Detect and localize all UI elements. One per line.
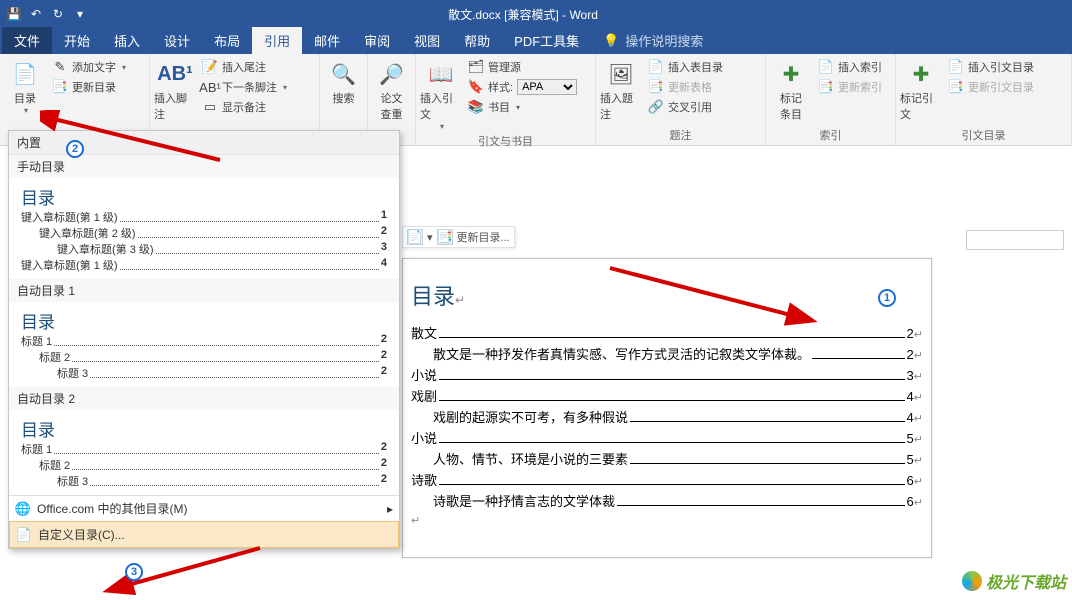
insert-figures-button[interactable]: 📄插入表目录 <box>646 58 725 76</box>
upd-idx-icon: 📑 <box>818 79 834 95</box>
toc-entry[interactable]: 人物、情节、环境是小说的三要素5↵ <box>411 449 923 468</box>
upd-tbl-icon: 📑 <box>648 79 664 95</box>
style-icon: 🔖 <box>468 79 484 95</box>
tab-tellme[interactable]: 💡 操作说明搜索 <box>591 27 715 54</box>
bibliography-button[interactable]: 📚书目 <box>466 98 579 116</box>
citation-icon: 📖 <box>425 58 457 90</box>
tab-references[interactable]: 引用 <box>252 27 302 54</box>
doc-icon: 📄 <box>16 527 32 543</box>
insert-auth-button[interactable]: 📄插入引文目录 <box>946 58 1036 76</box>
toc-preview-auto1[interactable]: 目录 标题 12 标题 22 标题 32 <box>9 302 399 387</box>
toc-button[interactable]: 📄 目录 <box>4 56 46 115</box>
footnote-icon: AB¹ <box>159 58 191 90</box>
toc-preview-manual[interactable]: 目录 键入章标题(第 1 级)1 键入章标题(第 2 级)2 键入章标题(第 3… <box>9 178 399 279</box>
paper-check-button[interactable]: 🔎 论文 查重 <box>372 56 411 122</box>
badge-3: 3 <box>125 563 143 581</box>
paper-check-icon: 🔎 <box>376 58 408 90</box>
annotation-arrow-1 <box>40 110 230 170</box>
toc-section-auto1: 自动目录 1 <box>9 279 399 302</box>
qat-more-icon[interactable]: ▾ <box>72 6 88 22</box>
mini-toc-icon[interactable]: 📄 <box>407 229 423 245</box>
auth-icon: 📄 <box>948 59 964 75</box>
mark-citation-button[interactable]: ✚ 标记引文 <box>900 56 942 122</box>
mark-cit-icon: ✚ <box>905 58 937 90</box>
search-button[interactable]: 🔍 搜索 <box>324 56 363 106</box>
tab-help[interactable]: 帮助 <box>452 27 502 54</box>
toc-mini-toolbar: 📄▾ 📑 更新目录... <box>402 226 515 248</box>
tab-insert[interactable]: 插入 <box>102 27 152 54</box>
group-index: 索引 <box>770 125 891 145</box>
caption-icon: 🖼 <box>605 58 637 90</box>
group-citations: 引文与书目 <box>420 131 591 151</box>
group-authorities: 引文目录 <box>900 125 1067 145</box>
badge-1: 1 <box>878 289 896 307</box>
ruler-placeholder <box>966 230 1064 250</box>
annotation-arrow-2 <box>600 260 830 340</box>
watermark: 极光下载站 <box>962 569 1066 593</box>
update-table-button: 📑更新表格 <box>646 78 725 96</box>
crossref-icon: 🔗 <box>648 99 664 115</box>
search-icon: 🔍 <box>328 58 360 90</box>
badge-2: 2 <box>66 140 84 158</box>
next-footnote-button[interactable]: AB¹下一条脚注 <box>200 78 289 96</box>
group-captions: 题注 <box>600 125 761 145</box>
next-fn-icon: AB¹ <box>202 79 218 95</box>
insert-index-button[interactable]: 📄插入索引 <box>816 58 884 76</box>
toc-entry[interactable]: 戏剧的起源实不可考，有多种假说4↵ <box>411 407 923 426</box>
tab-review[interactable]: 审阅 <box>352 27 402 54</box>
toc-entry[interactable]: 戏剧4↵ <box>411 386 923 405</box>
tab-pdf[interactable]: PDF工具集 <box>502 27 591 54</box>
style-select[interactable]: 🔖样式: APA <box>466 78 579 96</box>
mini-update-label[interactable]: 更新目录... <box>457 229 510 245</box>
para-mark: ↵ <box>411 514 923 527</box>
globe-icon: 🌐 <box>15 501 31 517</box>
toc-preview-auto2[interactable]: 目录 标题 12 标题 22 标题 32 <box>9 410 399 495</box>
style-combo[interactable]: APA <box>517 79 577 95</box>
tab-mail[interactable]: 邮件 <box>302 27 352 54</box>
toc-entry[interactable]: 小说5↵ <box>411 428 923 447</box>
window-title: 散文.docx [兼容模式] - Word <box>94 6 952 23</box>
insert-endnote-button[interactable]: 📝插入尾注 <box>200 58 289 76</box>
update-toc-button[interactable]: 📑更新目录 <box>50 78 128 96</box>
toc-more-office[interactable]: 🌐 Office.com 中的其他目录(M)▸ <box>9 495 399 521</box>
manage-icon: 🗂 <box>468 59 484 75</box>
toc-entry[interactable]: 散文是一种抒发作者真情实感、写作方式灵活的记叙类文学体裁。2↵ <box>411 344 923 363</box>
tab-file[interactable]: 文件 <box>2 27 52 54</box>
manage-sources-button[interactable]: 🗂管理源 <box>466 58 579 76</box>
toc-section-auto2: 自动目录 2 <box>9 387 399 410</box>
lightbulb-icon: 💡 <box>603 33 619 49</box>
mark-entry-button[interactable]: ✚ 标记 条目 <box>770 56 812 122</box>
save-icon[interactable]: 💾 <box>6 6 22 22</box>
toc-entry[interactable]: 诗歌6↵ <box>411 470 923 489</box>
tab-view[interactable]: 视图 <box>402 27 452 54</box>
mini-update-icon[interactable]: 📑 <box>437 229 453 245</box>
toc-entry[interactable]: 小说3↵ <box>411 365 923 384</box>
watermark-icon <box>962 571 982 591</box>
bib-icon: 📚 <box>468 99 484 115</box>
insert-citation-button[interactable]: 📖 插入引文 <box>420 56 462 131</box>
tab-home[interactable]: 开始 <box>52 27 102 54</box>
toc-dropdown-panel: 内置 手动目录 目录 键入章标题(第 1 级)1 键入章标题(第 2 级)2 键… <box>8 130 400 549</box>
toc-entry[interactable]: 诗歌是一种抒情言志的文学体裁6↵ <box>411 491 923 510</box>
tab-layout[interactable]: 布局 <box>202 27 252 54</box>
endnote-icon: 📝 <box>202 59 218 75</box>
toc-icon: 📄 <box>9 58 41 90</box>
redo-icon[interactable]: ↻ <box>50 6 66 22</box>
fig-icon: 📄 <box>648 59 664 75</box>
add-text-button[interactable]: ✎添加文字 <box>50 58 128 76</box>
upd-auth-icon: 📑 <box>948 79 964 95</box>
add-text-icon: ✎ <box>52 59 68 75</box>
update-icon: 📑 <box>52 79 68 95</box>
update-auth-button: 📑更新引文目录 <box>946 78 1036 96</box>
undo-icon[interactable]: ↶ <box>28 6 44 22</box>
update-index-button: 📑更新索引 <box>816 78 884 96</box>
ribbon-tabs: 文件 开始 插入 设计 布局 引用 邮件 审阅 视图 帮助 PDF工具集 💡 操… <box>0 28 1072 54</box>
insert-caption-button[interactable]: 🖼 插入题注 <box>600 56 642 122</box>
cross-ref-button[interactable]: 🔗交叉引用 <box>646 98 725 116</box>
mark-icon: ✚ <box>775 58 807 90</box>
tab-design[interactable]: 设计 <box>152 27 202 54</box>
index-icon: 📄 <box>818 59 834 75</box>
